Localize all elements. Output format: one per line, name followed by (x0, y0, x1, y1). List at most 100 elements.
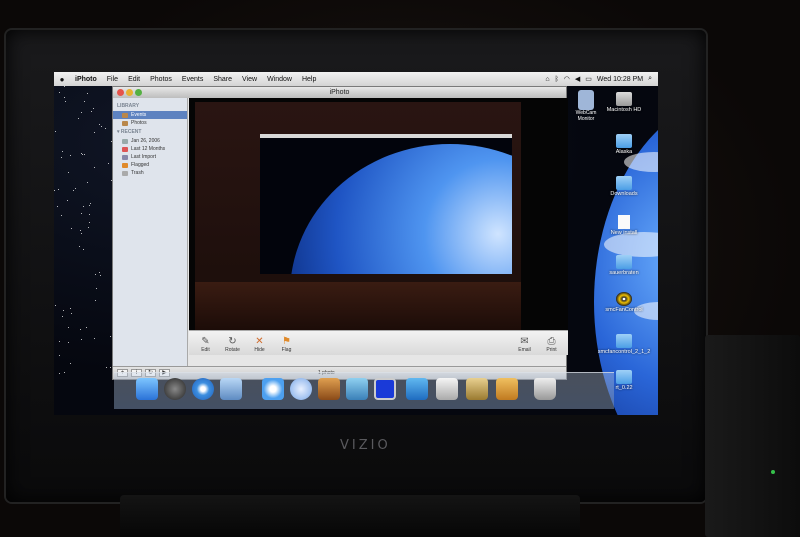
iphoto-icon[interactable] (466, 378, 488, 400)
star (61, 316, 63, 318)
recent-header: ▾ RECENT (117, 129, 142, 135)
adium-icon[interactable] (262, 378, 284, 400)
menu-file[interactable]: File (102, 76, 123, 83)
menu-view[interactable]: View (237, 76, 262, 83)
desktop-icon-alaska[interactable]: Alaska (589, 134, 658, 155)
document-icon (618, 215, 630, 229)
star (104, 128, 106, 130)
app-menu-iphoto[interactable]: iPhoto (70, 76, 102, 83)
star (67, 171, 69, 173)
star (63, 86, 65, 88)
star (59, 373, 61, 375)
wifi-icon[interactable]: ◠ (564, 75, 570, 83)
battery-icon[interactable]: ▭ (585, 75, 592, 83)
star (89, 213, 91, 215)
zoom-icon[interactable] (135, 89, 142, 96)
menubar-clock[interactable]: Wed 10:28 PM (597, 76, 643, 83)
star (67, 326, 69, 328)
flag-button[interactable]: ⚑ Flag (274, 336, 299, 353)
menu-events[interactable]: Events (177, 76, 208, 83)
star (81, 112, 83, 114)
star (87, 92, 89, 94)
source-item-lastimport[interactable]: Last Import (113, 153, 187, 161)
trash-icon[interactable] (534, 378, 556, 400)
star (73, 189, 75, 191)
source-item-last12[interactable]: Last 12 Months (113, 145, 187, 153)
desktop-icon-smcfancontrol[interactable]: smcFanControl (589, 292, 658, 313)
tv-brand-logo: VIZIO (340, 438, 391, 453)
preview-icon[interactable] (220, 378, 242, 400)
menu-edit[interactable]: Edit (123, 76, 145, 83)
print-button[interactable]: ⎙ Print (539, 336, 564, 353)
finder-icon[interactable] (136, 378, 158, 400)
close-icon[interactable] (117, 89, 124, 96)
star (98, 271, 100, 273)
virtualbox-icon[interactable] (346, 378, 368, 400)
photo-floor (195, 282, 521, 330)
sketch-icon[interactable] (406, 378, 428, 400)
garageband-icon[interactable] (318, 378, 340, 400)
star (69, 154, 71, 156)
menu-window[interactable]: Window (262, 76, 297, 83)
volume-icon[interactable]: ◀ (575, 75, 580, 83)
dashboard-icon[interactable] (164, 378, 186, 400)
star (93, 338, 95, 340)
desktop-icon-downloads[interactable]: Downloads (589, 176, 658, 197)
source-item-flagged[interactable]: Flagged (113, 161, 187, 169)
hard-drive-icon (616, 92, 632, 106)
star (80, 232, 82, 234)
star (83, 101, 85, 103)
rotate-button[interactable]: ↻ Rotate (220, 336, 245, 353)
apple-icon[interactable]: ● (54, 75, 70, 84)
desktop-icon-smcfancontrol-2[interactable]: smcfancontrol_2_1_2 (589, 334, 658, 355)
edit-button[interactable]: ✎ Edit (193, 336, 218, 353)
events-icon (122, 112, 128, 118)
star (81, 213, 83, 215)
source-list: LIBRARY Events Photos ▾ RECENT Jan 26, 2… (113, 98, 188, 366)
star (95, 299, 97, 301)
photo-viewer[interactable] (189, 98, 568, 330)
source-item-photos[interactable]: Photos (113, 119, 187, 127)
source-item-jan26[interactable]: Jan 26, 2006 (113, 137, 187, 145)
desktop-icon-new-install[interactable]: New install (589, 215, 658, 236)
star (82, 206, 84, 208)
edit-toolbar: ✎ Edit ↻ Rotate ✕ Hide ⚑ Flag ✉ Email ⎙ … (189, 330, 568, 355)
safari-icon[interactable] (192, 378, 214, 400)
menu-help[interactable]: Help (297, 76, 321, 83)
home-icon[interactable]: ⌂ (545, 76, 549, 83)
mail-stamp-icon[interactable] (496, 378, 518, 400)
star (105, 366, 107, 368)
star (80, 329, 82, 331)
star (54, 190, 56, 192)
star (70, 308, 72, 310)
star (70, 227, 72, 229)
bluetooth-icon[interactable]: ᛒ (555, 76, 559, 83)
photo[interactable] (195, 102, 521, 330)
star (93, 108, 95, 110)
email-button[interactable]: ✉ Email (512, 336, 537, 353)
photo-icon[interactable] (436, 378, 458, 400)
menu-share[interactable]: Share (208, 76, 237, 83)
source-item-trash[interactable]: Trash (113, 169, 187, 177)
library-header: LIBRARY (117, 103, 140, 109)
star (78, 117, 80, 119)
minimize-icon[interactable] (126, 89, 133, 96)
desktop-icon-macintosh-hd[interactable]: Macintosh HD (589, 92, 658, 113)
print-icon: ⎙ (547, 336, 556, 347)
status-area: ⌂ ᛒ ◠ ◀ ▭ Wed 10:28 PM ⌕ (545, 75, 658, 83)
flag-icon: ⚑ (282, 336, 291, 347)
spotlight-icon[interactable]: ⌕ (648, 75, 652, 83)
hide-button[interactable]: ✕ Hide (247, 336, 272, 353)
star (107, 162, 109, 164)
menu-photos[interactable]: Photos (145, 76, 177, 83)
star (56, 205, 58, 207)
folder-icon (616, 134, 632, 148)
itunes-icon[interactable] (290, 378, 312, 400)
photo-earth (290, 144, 512, 274)
desktop-icon-sauerbraten[interactable]: sauerbraten (589, 255, 658, 276)
star (90, 202, 92, 204)
source-item-events[interactable]: Events (113, 111, 187, 119)
window-titlebar[interactable]: iPhoto (113, 87, 566, 98)
calendar-icon (122, 146, 128, 152)
display-icon[interactable] (374, 378, 396, 400)
